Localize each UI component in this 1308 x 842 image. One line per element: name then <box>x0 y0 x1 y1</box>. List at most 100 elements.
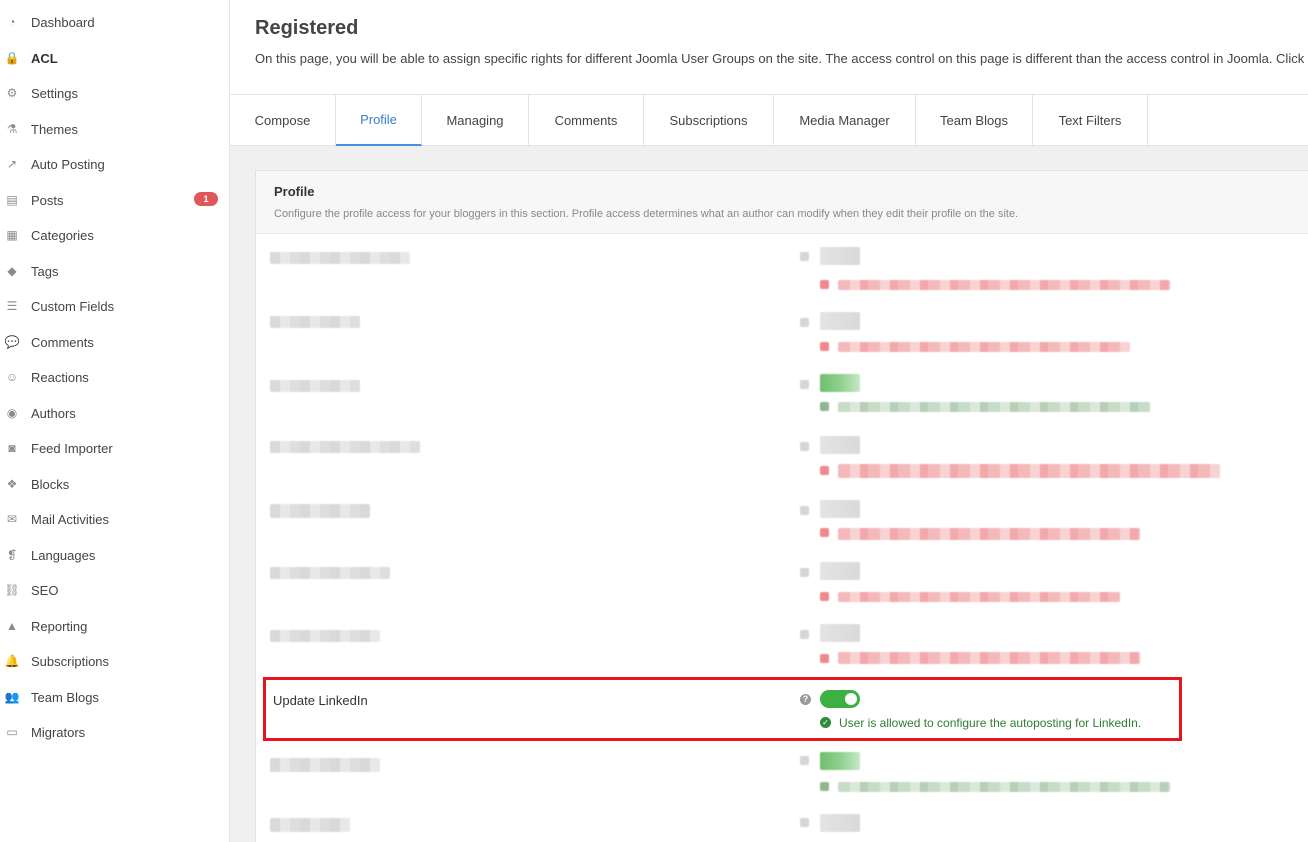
cubes-icon: ❖ <box>6 477 18 491</box>
sidebar: ◔ Dashboard 🔒 ACL ⚙ Settings ⚗ Themes ↗ Auto … <box>0 0 230 842</box>
redacted-help-icon <box>800 630 809 639</box>
sidebar-item-custom-fields[interactable]: ☰ Custom Fields <box>0 291 229 321</box>
sidebar-item-label: Settings <box>31 85 78 101</box>
redacted-label <box>270 252 410 264</box>
panel-description: Configure the profile access for your bl… <box>274 208 1019 220</box>
flask-icon: ⚗ <box>6 122 18 136</box>
tab-subscriptions[interactable]: Subscriptions <box>644 95 774 146</box>
sidebar-item-seo[interactable]: ⛓ SEO <box>0 575 229 605</box>
sidebar-item-authors[interactable]: ◉ Authors <box>0 398 229 428</box>
tab-text-filters[interactable]: Text Filters <box>1033 95 1148 146</box>
tab-managing[interactable]: Managing <box>422 95 529 146</box>
profile-panel: Profile Configure the profile access for… <box>255 170 1308 842</box>
sidebar-item-themes[interactable]: ⚗ Themes <box>0 114 229 144</box>
redacted-label <box>270 818 350 832</box>
lock-icon: 🔒 <box>4 51 20 65</box>
redacted-label <box>270 504 370 518</box>
users-icon: 👥 <box>4 690 20 704</box>
redacted-status-icon <box>820 654 829 663</box>
sidebar-item-comments[interactable]: 💬 Comments <box>0 327 229 357</box>
redacted-toggle[interactable] <box>820 312 860 330</box>
redacted-toggle[interactable] <box>820 500 860 518</box>
document-icon: ▤ <box>6 193 18 207</box>
sidebar-item-label: Team Blogs <box>31 689 99 705</box>
sidebar-item-label: Reactions <box>31 369 89 385</box>
smile-icon: ☺ <box>5 370 19 384</box>
sidebar-item-posts[interactable]: ▤ Posts 1 <box>0 185 229 215</box>
sidebar-item-mail-activities[interactable]: ✉ Mail Activities <box>0 504 229 534</box>
sidebar-item-blocks[interactable]: ❖ Blocks <box>0 469 229 499</box>
redacted-help-icon <box>800 756 809 765</box>
redacted-toggle[interactable] <box>820 436 860 454</box>
setting-status-text: User is allowed to configure the autopos… <box>839 716 1142 730</box>
warning-icon: ▲ <box>6 619 18 633</box>
redacted-label <box>270 758 380 772</box>
sidebar-item-dashboard[interactable]: ◔ Dashboard <box>0 7 229 37</box>
redacted-toggle[interactable] <box>820 374 860 392</box>
posts-count-badge: 1 <box>194 192 218 206</box>
sidebar-item-label: Reporting <box>31 618 88 634</box>
redacted-toggle[interactable] <box>820 247 860 265</box>
redacted-help-icon <box>800 380 809 389</box>
sidebar-item-label: ACL <box>31 50 58 66</box>
redacted-help-icon <box>800 568 809 577</box>
sidebar-item-categories[interactable]: ▦ Categories <box>0 220 229 250</box>
redacted-status-text <box>838 592 1120 602</box>
acl-tabs: Compose Profile Managing Comments Subscr… <box>230 94 1308 146</box>
tab-profile[interactable]: Profile <box>336 95 422 146</box>
sidebar-item-label: Migrators <box>31 724 86 740</box>
redacted-label <box>270 441 420 453</box>
tab-team-blogs[interactable]: Team Blogs <box>916 95 1033 146</box>
archive-icon: ▦ <box>6 228 18 242</box>
redacted-status-text <box>838 280 1170 290</box>
redacted-toggle[interactable] <box>820 624 860 642</box>
sidebar-item-label: SEO <box>31 582 59 598</box>
redacted-toggle[interactable] <box>820 562 860 580</box>
sidebar-item-reporting[interactable]: ▲ Reporting <box>0 611 229 641</box>
sidebar-item-migrators[interactable]: ▭ Migrators <box>0 717 229 747</box>
redacted-status-icon <box>820 402 829 411</box>
highlight-box <box>263 677 1182 741</box>
update-linkedin-toggle[interactable] <box>820 690 860 708</box>
redacted-status-text <box>838 528 1140 540</box>
redacted-toggle[interactable] <box>820 814 860 832</box>
redacted-status-icon <box>820 528 829 537</box>
redacted-status-icon <box>820 280 829 289</box>
redacted-status-text <box>838 782 1170 792</box>
sidebar-item-label: Categories <box>31 227 94 243</box>
sidebar-item-label: Languages <box>31 547 96 563</box>
redacted-help-icon <box>800 442 809 451</box>
redacted-label <box>270 380 360 392</box>
sidebar-item-tags[interactable]: ◆ Tags <box>0 256 229 286</box>
tags-icon: ◆ <box>7 264 17 278</box>
sidebar-item-label: Blocks <box>31 476 70 492</box>
redacted-toggle[interactable] <box>820 752 860 770</box>
help-icon[interactable]: ? <box>800 694 811 705</box>
panel-title: Profile <box>274 184 315 199</box>
sidebar-item-languages[interactable]: ❡ Languages <box>0 540 229 570</box>
sidebar-item-feed-importer[interactable]: ◙ Feed Importer <box>0 433 229 463</box>
sidebar-item-subscriptions[interactable]: 🔔 Subscriptions <box>0 646 229 676</box>
comments-icon: 💬 <box>4 335 20 349</box>
tab-media-manager[interactable]: Media Manager <box>774 95 916 146</box>
rss-icon: ◙ <box>8 441 16 455</box>
seo-icon: ⛓ <box>4 583 20 597</box>
sidebar-item-team-blogs[interactable]: 👥 Team Blogs <box>0 682 229 712</box>
sidebar-item-settings[interactable]: ⚙ Settings <box>0 78 229 108</box>
redacted-status-text <box>838 652 1140 664</box>
sidebar-item-label: Feed Importer <box>31 440 113 456</box>
sidebar-item-reactions[interactable]: ☺ Reactions <box>0 362 229 392</box>
redacted-status-icon <box>820 592 829 601</box>
tab-comments[interactable]: Comments <box>529 95 644 146</box>
tab-compose[interactable]: Compose <box>230 95 336 146</box>
sidebar-item-acl[interactable]: 🔒 ACL <box>0 43 229 73</box>
sidebar-item-auto-posting[interactable]: ↗ Auto Posting <box>0 149 229 179</box>
redacted-help-icon <box>800 252 809 261</box>
sidebar-item-label: Authors <box>31 405 76 421</box>
sidebar-item-label: Mail Activities <box>31 511 110 527</box>
redacted-label <box>270 567 390 579</box>
sidebar-item-label: Posts <box>31 192 64 208</box>
redacted-label <box>270 316 360 328</box>
redacted-help-icon <box>800 506 809 515</box>
redacted-status-text <box>838 464 1220 478</box>
